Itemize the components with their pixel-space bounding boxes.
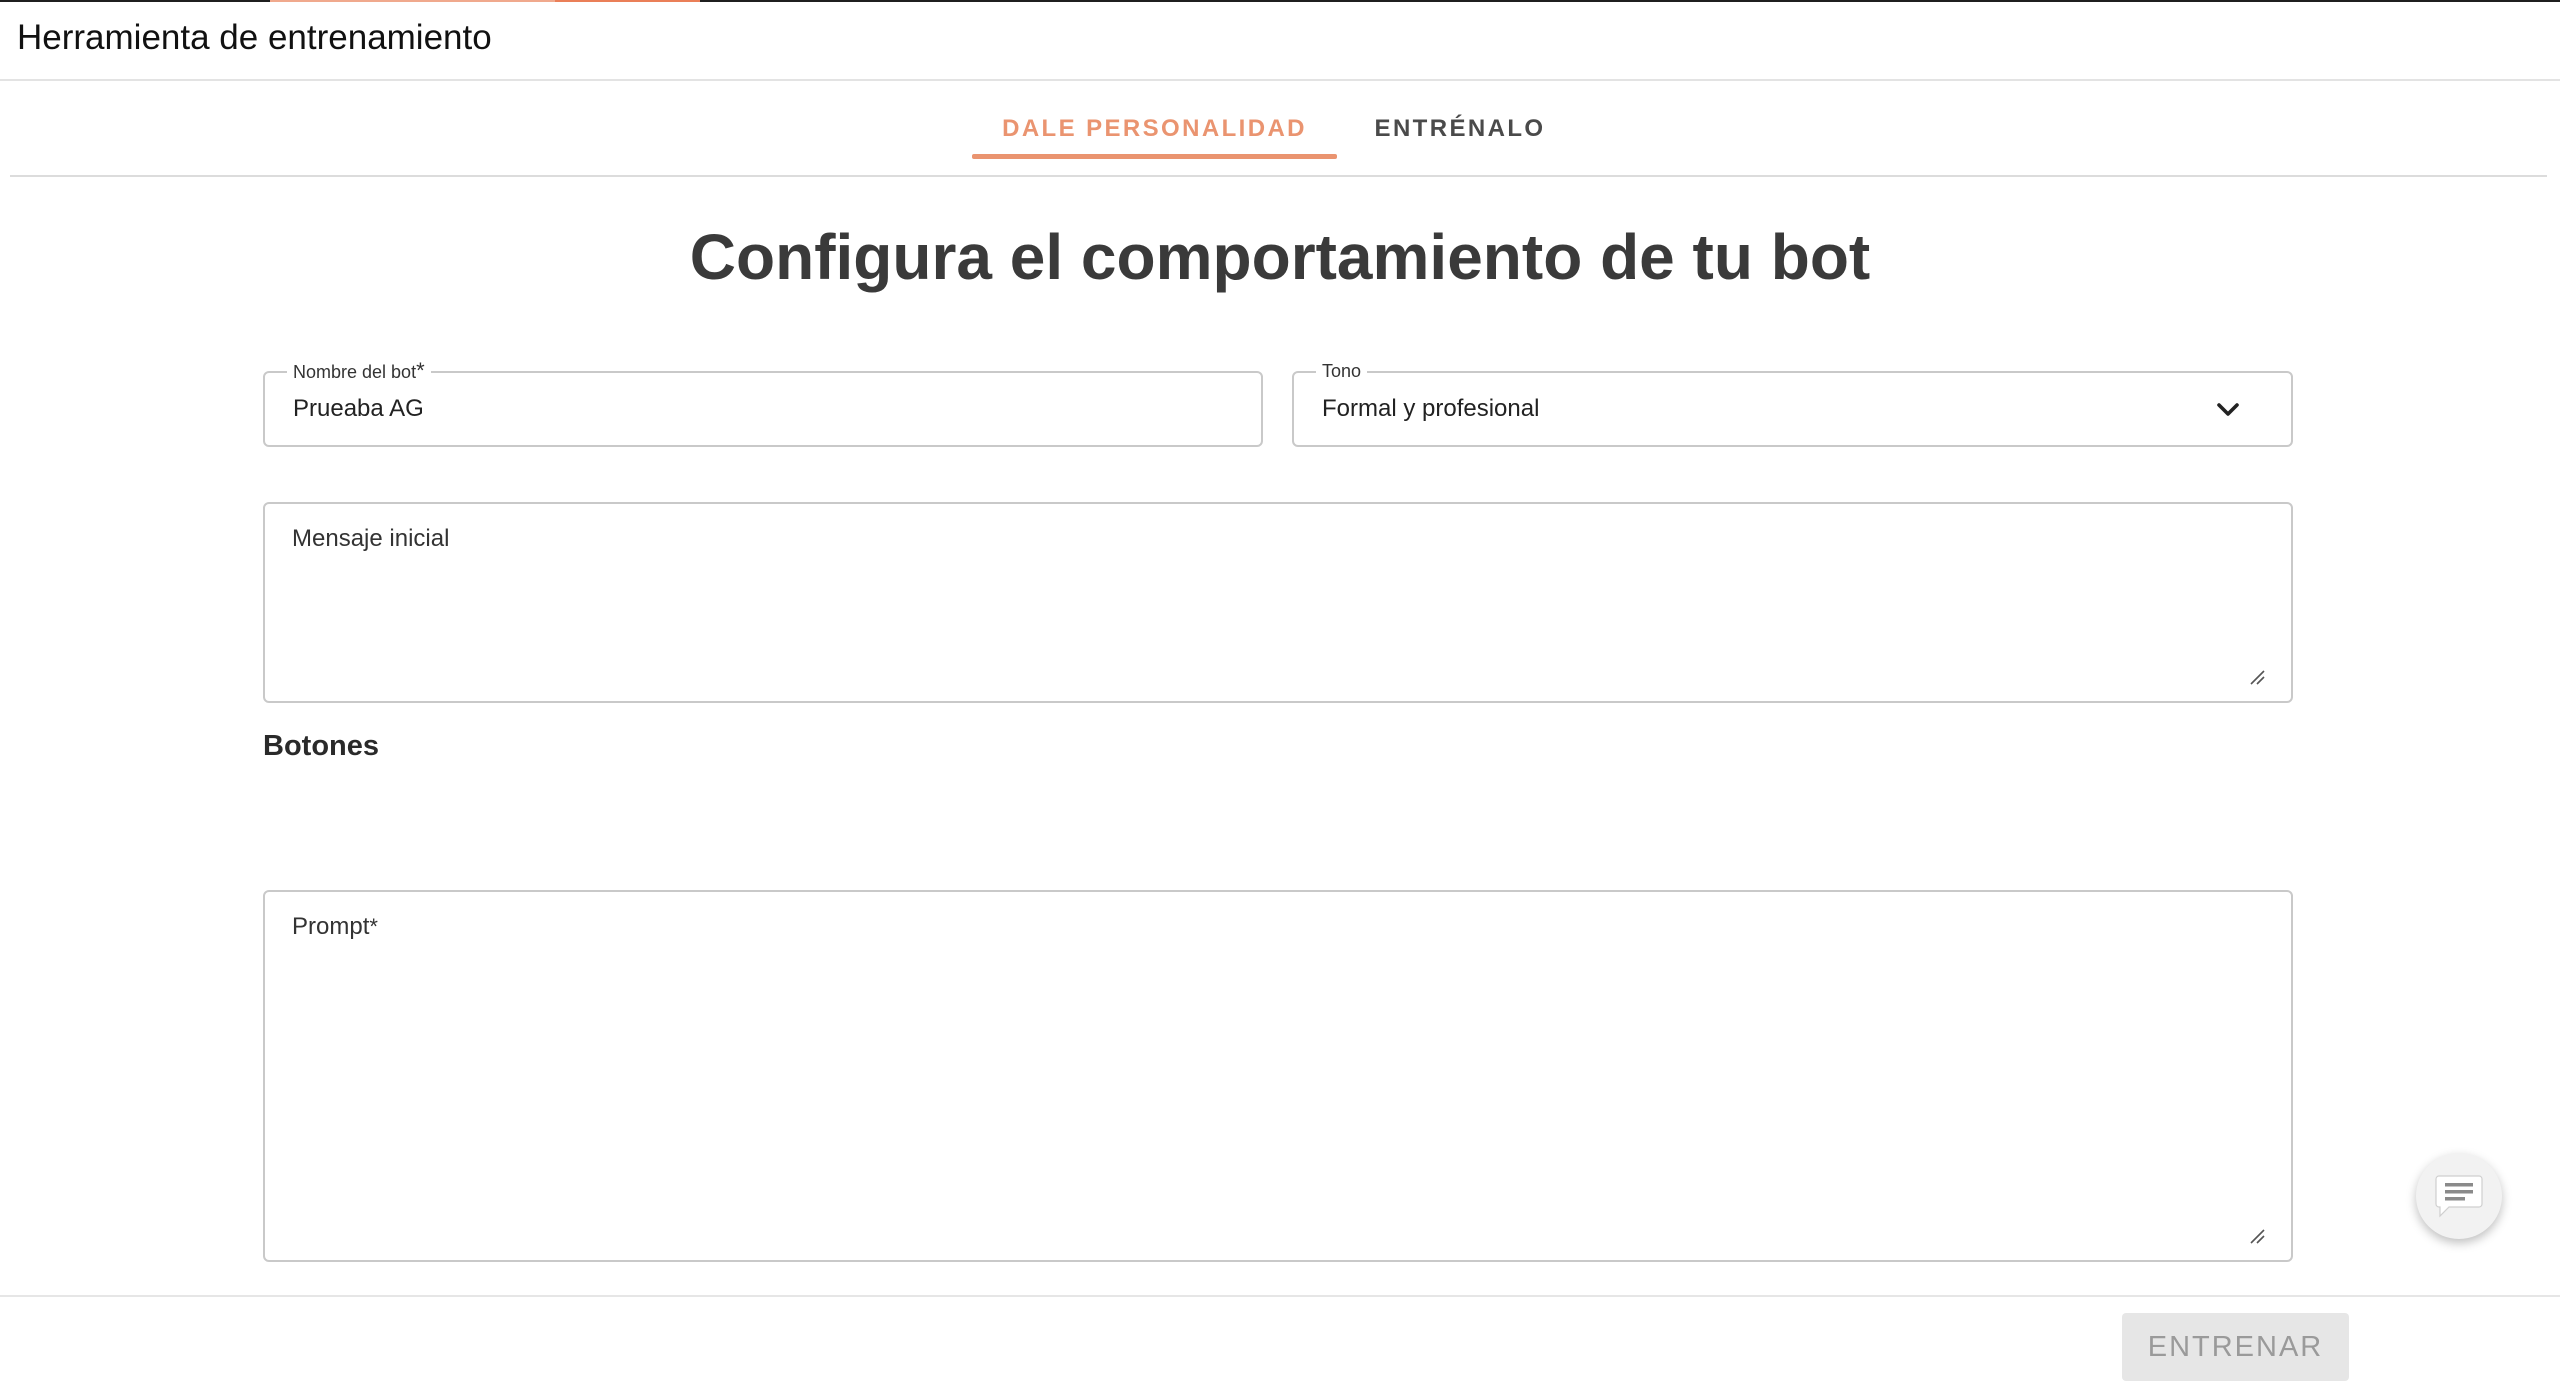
bot-name-input[interactable]: Prueaba AG <box>293 373 424 445</box>
tone-selected-value: Formal y profesional <box>1322 395 1540 422</box>
resize-handle-icon[interactable] <box>2249 669 2265 685</box>
chat-button[interactable] <box>2416 1153 2502 1239</box>
footer-divider <box>0 1295 2560 1297</box>
tab-label: DALE PERSONALIDAD <box>1002 115 1307 142</box>
initial-message-label: Mensaje inicial <box>292 525 450 552</box>
prompt-label: Prompt* <box>292 913 378 941</box>
loading-bar-segment <box>555 0 700 2</box>
active-tab-indicator <box>972 154 1337 159</box>
initial-message-textarea[interactable]: Mensaje inicial <box>263 502 2293 703</box>
prompt-textarea[interactable]: Prompt* <box>263 890 2293 1262</box>
resize-handle-icon[interactable] <box>2249 1228 2265 1244</box>
bot-name-field[interactable]: Nombre del bot* Prueaba AG <box>263 360 1263 447</box>
tab-entrenalo[interactable]: ENTRÉNALO <box>1372 81 1548 177</box>
tone-select[interactable]: Tono Formal y profesional <box>1292 360 2293 447</box>
chevron-down-icon[interactable] <box>2213 395 2243 425</box>
tab-label: ENTRÉNALO <box>1374 115 1546 142</box>
required-mark: * <box>369 914 378 939</box>
train-button[interactable]: ENTRENAR <box>2122 1313 2349 1381</box>
tab-bar: DALE PERSONALIDAD ENTRÉNALO <box>0 81 2560 177</box>
chat-bubble-icon <box>2435 1175 2483 1218</box>
prompt-label-text: Prompt <box>292 913 370 940</box>
page-title: Configura el comportamiento de tu bot <box>689 221 1871 293</box>
tabs-divider <box>10 175 2547 177</box>
app-title: Herramienta de entrenamiento <box>17 18 492 57</box>
tab-dale-personalidad[interactable]: DALE PERSONALIDAD <box>972 81 1337 177</box>
buttons-section-label: Botones <box>263 730 379 762</box>
